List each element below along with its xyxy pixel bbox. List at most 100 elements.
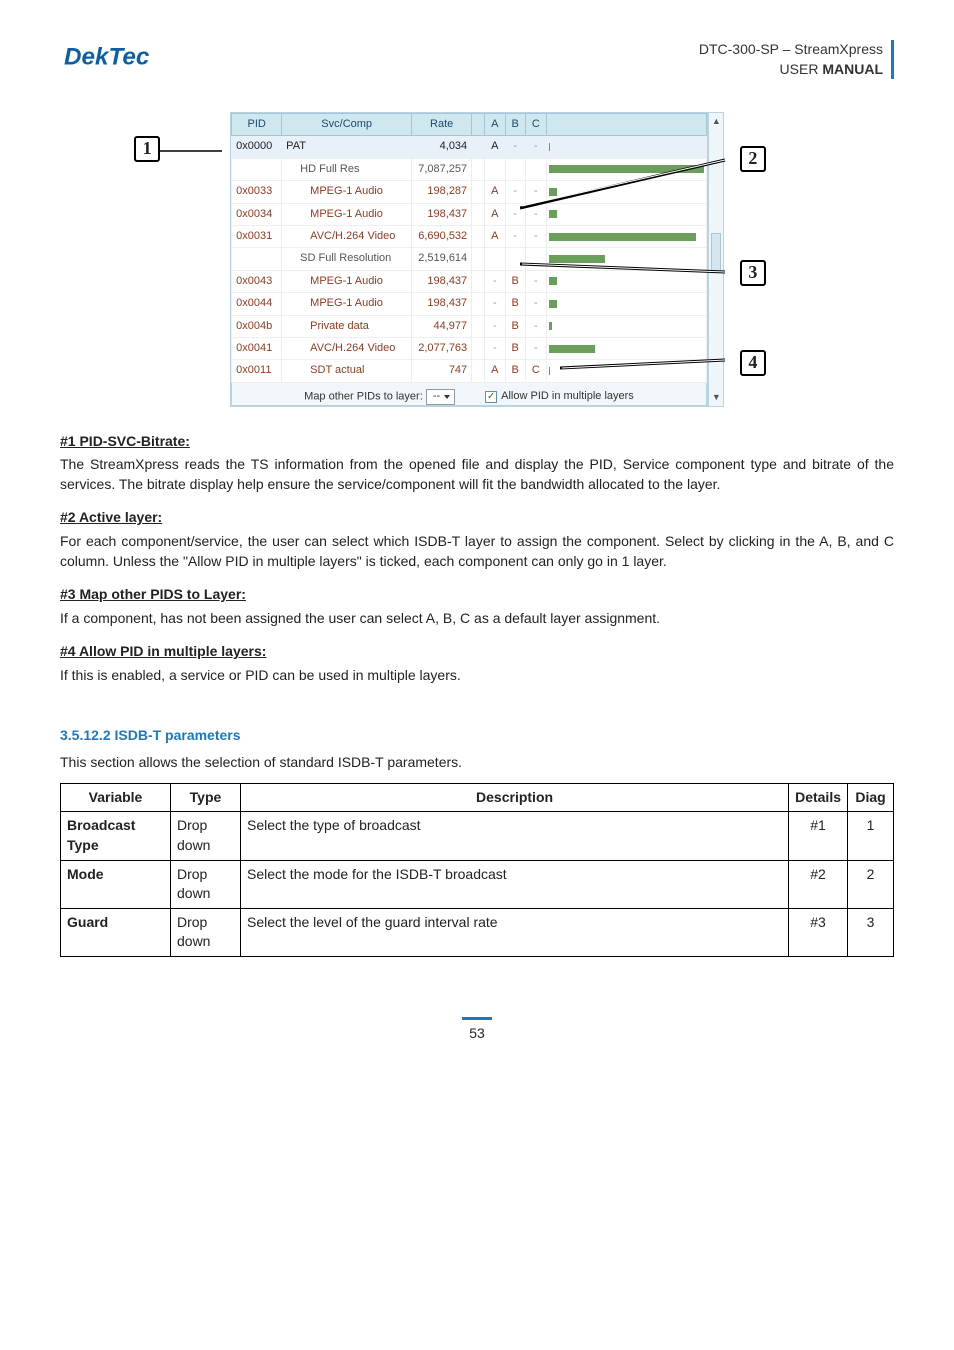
col-a: A bbox=[485, 114, 505, 136]
layer-cell-a bbox=[485, 158, 505, 180]
col-c: C bbox=[525, 114, 546, 136]
table-row[interactable]: 0x0044MPEG-1 Audio198,437-B- bbox=[232, 293, 707, 315]
layer-cell-b[interactable]: B bbox=[505, 293, 525, 315]
layer-cell-a[interactable]: A bbox=[485, 203, 505, 225]
page-number-bar bbox=[462, 1017, 492, 1020]
table-row[interactable]: 0x0000PAT4,034A-- bbox=[232, 136, 707, 158]
layer-cell-b[interactable]: B bbox=[505, 360, 525, 382]
table-row[interactable]: HD Full Res7,087,257 bbox=[232, 158, 707, 180]
layer-cell-b[interactable]: B bbox=[505, 270, 525, 292]
col-type: Type bbox=[171, 783, 241, 812]
params-table: Variable Type Description Details Diag B… bbox=[60, 783, 894, 957]
page-header: DekTec DTC-300-SP – StreamXpress USER MA… bbox=[60, 40, 894, 82]
svg-text:DekTec: DekTec bbox=[64, 43, 150, 70]
col-details: Details bbox=[789, 783, 848, 812]
layer-cell-c bbox=[525, 248, 546, 270]
allow-multi-checkbox[interactable]: ✓ Allow PID in multiple layers bbox=[485, 389, 634, 404]
allow-multi-label: Allow PID in multiple layers bbox=[501, 389, 634, 404]
layer-cell-c[interactable]: C bbox=[525, 360, 546, 382]
layer-cell-c[interactable]: - bbox=[525, 136, 546, 158]
col-rate: Rate bbox=[412, 114, 472, 136]
layer-cell-a[interactable]: - bbox=[485, 270, 505, 292]
col-pid: PID bbox=[232, 114, 282, 136]
pid-table-header: PID Svc/Comp Rate A B C bbox=[232, 114, 707, 136]
table-row[interactable]: 0x004bPrivate data44,977-B- bbox=[232, 315, 707, 337]
layer-cell-b[interactable]: B bbox=[505, 315, 525, 337]
product-name: DTC-300-SP – StreamXpress bbox=[699, 40, 883, 60]
layer-cell-a[interactable]: - bbox=[485, 337, 505, 359]
section-4-title: #4 Allow PID in multiple layers: bbox=[60, 642, 894, 662]
layer-cell-a[interactable]: A bbox=[485, 181, 505, 203]
logo: DekTec bbox=[60, 40, 180, 82]
layer-cell-b bbox=[505, 248, 525, 270]
section-2-body: For each component/service, the user can… bbox=[60, 532, 894, 571]
callout-2: 2 bbox=[740, 146, 766, 172]
layer-cell-c[interactable]: - bbox=[525, 203, 546, 225]
bitrate-bar bbox=[549, 188, 557, 196]
page-number: 53 bbox=[469, 1025, 485, 1041]
subtitle: USER MANUAL bbox=[699, 60, 883, 80]
layer-cell-c bbox=[525, 158, 546, 180]
screenshot-container: PID Svc/Comp Rate A B C 0x0000PAT4,034A-… bbox=[230, 112, 724, 407]
section-1-title: #1 PID-SVC-Bitrate: bbox=[60, 432, 894, 452]
col-diag: Diag bbox=[848, 783, 894, 812]
layer-cell-a[interactable]: A bbox=[485, 360, 505, 382]
layer-cell-c[interactable]: - bbox=[525, 315, 546, 337]
screenshot-area: PID Svc/Comp Rate A B C 0x0000PAT4,034A-… bbox=[60, 112, 894, 407]
layer-cell-a[interactable]: - bbox=[485, 315, 505, 337]
header-right: DTC-300-SP – StreamXpress USER MANUAL bbox=[699, 40, 894, 79]
layer-cell-c[interactable]: - bbox=[525, 181, 546, 203]
params-row: GuardDrop downSelect the level of the gu… bbox=[61, 908, 894, 956]
params-row: Broadcast TypeDrop downSelect the type o… bbox=[61, 812, 894, 860]
scroll-up-icon[interactable]: ▲ bbox=[712, 115, 721, 128]
table-row[interactable]: 0x0034MPEG-1 Audio198,437A-- bbox=[232, 203, 707, 225]
scroll-thumb[interactable] bbox=[711, 233, 721, 273]
bitrate-bar bbox=[549, 345, 596, 353]
bitrate-bar bbox=[549, 322, 552, 330]
layer-cell-b bbox=[505, 158, 525, 180]
scroll-down-icon[interactable]: ▼ bbox=[712, 391, 721, 404]
pid-table: PID Svc/Comp Rate A B C 0x0000PAT4,034A-… bbox=[231, 113, 707, 383]
table-row[interactable]: 0x0011SDT actual747ABC bbox=[232, 360, 707, 382]
callout-4: 4 bbox=[740, 350, 766, 376]
col-variable: Variable bbox=[61, 783, 171, 812]
bitrate-bar bbox=[549, 233, 696, 241]
layer-cell-a bbox=[485, 248, 505, 270]
layer-cell-b[interactable]: - bbox=[505, 181, 525, 203]
scrollbar[interactable]: ▲ ▼ bbox=[708, 112, 724, 407]
layer-cell-a[interactable]: A bbox=[485, 136, 505, 158]
bitrate-bar bbox=[549, 143, 551, 151]
bitrate-bar bbox=[549, 367, 551, 375]
map-other-label: Map other PIDs to layer: bbox=[304, 390, 423, 402]
layer-cell-b[interactable]: - bbox=[505, 203, 525, 225]
arrow-1 bbox=[160, 144, 230, 158]
layer-cell-a[interactable]: A bbox=[485, 225, 505, 247]
callout-3: 3 bbox=[740, 260, 766, 286]
bitrate-bar bbox=[549, 277, 557, 285]
layer-cell-c[interactable]: - bbox=[525, 270, 546, 292]
layer-cell-c[interactable]: - bbox=[525, 293, 546, 315]
table-row[interactable]: 0x0033MPEG-1 Audio198,287A-- bbox=[232, 181, 707, 203]
params-header-row: Variable Type Description Details Diag bbox=[61, 783, 894, 812]
bottom-controls: Map other PIDs to layer: -- ✓ Allow PID … bbox=[231, 383, 707, 406]
map-other-dropdown[interactable]: -- bbox=[426, 389, 455, 405]
table-row[interactable]: 0x0031AVC/H.264 Video6,690,532A-- bbox=[232, 225, 707, 247]
col-b: B bbox=[505, 114, 525, 136]
bitrate-bar bbox=[549, 210, 557, 218]
layer-cell-b[interactable]: - bbox=[505, 225, 525, 247]
layer-cell-c[interactable]: - bbox=[525, 225, 546, 247]
layer-cell-a[interactable]: - bbox=[485, 293, 505, 315]
callout-1: 1 bbox=[134, 136, 160, 162]
table-row[interactable]: SD Full Resolution2,519,614 bbox=[232, 248, 707, 270]
layer-cell-b[interactable]: B bbox=[505, 337, 525, 359]
checkbox-icon: ✓ bbox=[485, 391, 497, 403]
section-4-body: If this is enabled, a service or PID can… bbox=[60, 666, 894, 686]
section-2-title: #2 Active layer: bbox=[60, 508, 894, 528]
layer-cell-b[interactable]: - bbox=[505, 136, 525, 158]
page-number-area: 53 bbox=[60, 1017, 894, 1044]
params-row: ModeDrop downSelect the mode for the ISD… bbox=[61, 860, 894, 908]
table-row[interactable]: 0x0043MPEG-1 Audio198,437-B- bbox=[232, 270, 707, 292]
table-row[interactable]: 0x0041AVC/H.264 Video2,077,763-B- bbox=[232, 337, 707, 359]
layer-cell-c[interactable]: - bbox=[525, 337, 546, 359]
col-description: Description bbox=[241, 783, 789, 812]
